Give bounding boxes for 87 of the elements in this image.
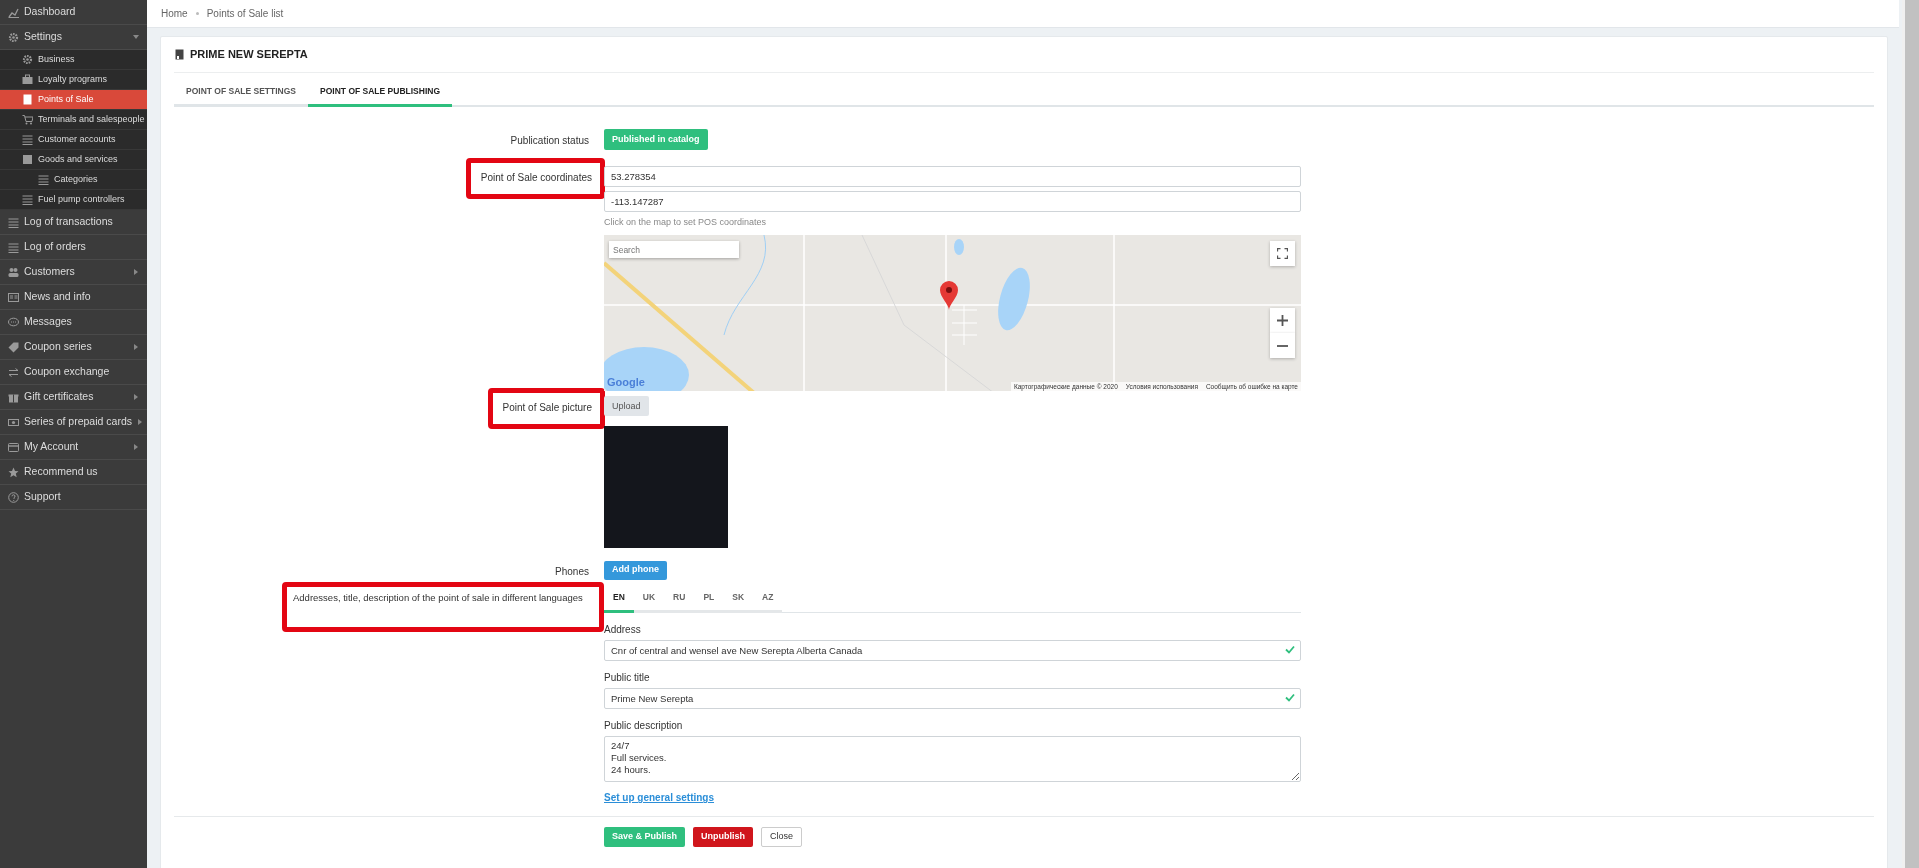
- scrollbar[interactable]: [1902, 0, 1919, 868]
- sidebar-item[interactable]: Goods and services: [0, 150, 147, 170]
- sidebar-item[interactable]: Log of transactions: [0, 210, 147, 235]
- exchange-icon: [8, 366, 19, 378]
- latitude-field[interactable]: 53.278354: [604, 165, 1301, 187]
- box-icon: [22, 154, 33, 165]
- sidebar-item[interactable]: Points of Sale: [0, 90, 147, 110]
- store-icon: [22, 94, 33, 105]
- highlighted-label: Point of Sale coordinates: [465, 157, 605, 199]
- map-logo: Google: [607, 374, 645, 390]
- credit-card-icon: [8, 441, 19, 453]
- field-label: Phones: [555, 566, 589, 578]
- fullscreen-button[interactable]: [1270, 241, 1295, 267]
- upload-button[interactable]: Upload: [604, 396, 649, 417]
- caret-icon: [133, 269, 139, 275]
- language-tab[interactable]: AZ: [753, 585, 783, 614]
- tag-icon: [8, 341, 19, 353]
- sidebar-item[interactable]: Terminals and salespeople: [0, 110, 147, 130]
- sidebar-item[interactable]: Loyalty programs: [0, 70, 147, 90]
- language-tab[interactable]: RU: [664, 585, 695, 614]
- highlighted-label: Point of Sale picture: [487, 388, 605, 430]
- caret-icon: [133, 34, 139, 40]
- caret-icon: [133, 394, 139, 400]
- caret-icon: [137, 419, 143, 425]
- sidebar-item[interactable]: Support: [0, 485, 147, 510]
- sidebar-item[interactable]: Business: [0, 50, 147, 70]
- sidebar-item[interactable]: Messages: [0, 310, 147, 335]
- gear-icon: [8, 31, 19, 43]
- list-icon: [8, 241, 19, 253]
- list-icon: [8, 216, 19, 228]
- sidebar-item[interactable]: My Account: [0, 435, 147, 460]
- field-label: Publication status: [510, 134, 589, 146]
- sidebar-item[interactable]: Coupon series: [0, 335, 147, 360]
- cart-icon: [22, 114, 33, 125]
- breadcrumb-link[interactable]: Points of Sale list: [206, 6, 284, 21]
- minus-icon: [1277, 344, 1288, 347]
- unpublish-button[interactable]: Unpublish: [693, 826, 754, 847]
- help-text: Click on the map to set POS coordinates: [604, 215, 768, 229]
- separator-dot: [195, 12, 199, 15]
- building-icon: [174, 49, 185, 60]
- plus-icon: [1277, 315, 1288, 327]
- tab[interactable]: POINT OF SALE PUBLISHING: [308, 81, 452, 107]
- sidebar-item[interactable]: Customer accounts: [0, 130, 147, 150]
- sidebar-item[interactable]: News and info: [0, 285, 147, 310]
- caret-icon: [133, 344, 139, 350]
- language-tab[interactable]: PL: [694, 585, 724, 614]
- sidebar-item[interactable]: Customers: [0, 260, 147, 285]
- field-label: Public title: [604, 671, 651, 686]
- language-tab[interactable]: UK: [633, 585, 665, 614]
- breadcrumb-link[interactable]: Home: [161, 6, 188, 21]
- zoom-in-button[interactable]: [1270, 308, 1295, 334]
- settings-link[interactable]: Set up general settings: [604, 790, 715, 806]
- chart-icon: [8, 6, 19, 18]
- fullscreen-icon: [1277, 248, 1288, 260]
- sidebar-item[interactable]: Series of prepaid cards: [0, 410, 147, 435]
- list-icon: [22, 194, 33, 205]
- tab[interactable]: POINT OF SALE SETTINGS: [174, 81, 309, 107]
- help-icon: [8, 491, 19, 503]
- language-tab[interactable]: EN: [604, 585, 634, 614]
- description-field[interactable]: 24/7 Full services. 24 hours.: [604, 736, 1301, 783]
- list-icon: [22, 134, 33, 145]
- banknote-icon: [8, 416, 19, 428]
- star-icon: [8, 466, 19, 478]
- language-tab[interactable]: SK: [723, 585, 754, 614]
- field-label: Public description: [604, 719, 684, 734]
- sidebar-item[interactable]: Gift certificates: [0, 385, 147, 410]
- briefcase-icon: [22, 74, 33, 85]
- users-icon: [8, 266, 19, 278]
- close-button[interactable]: Close: [761, 826, 803, 847]
- text-field[interactable]: Cnr of central and wensel ave New Serepta Alberta Canada: [604, 640, 1301, 662]
- card-title: PRIME NEW SEREPTA: [190, 47, 308, 63]
- longitude-field[interactable]: -113.147287: [604, 190, 1301, 212]
- chat-icon: [8, 316, 19, 328]
- gear-icon: [22, 54, 33, 65]
- sidebar-item[interactable]: Recommend us: [0, 460, 147, 485]
- sidebar-item[interactable]: Coupon exchange: [0, 360, 147, 385]
- list-icon: [38, 174, 49, 185]
- newspaper-icon: [8, 291, 19, 303]
- text-field[interactable]: Prime New Serepta: [604, 688, 1301, 710]
- caret-icon: [133, 444, 139, 450]
- sidebar-item[interactable]: Fuel pump controllers: [0, 190, 147, 210]
- field-label: Address: [604, 623, 642, 638]
- zoom-out-button[interactable]: [1270, 333, 1295, 359]
- sidebar-item[interactable]: Categories: [0, 170, 147, 190]
- map-search-field[interactable]: Search: [609, 241, 739, 259]
- sidebar-item[interactable]: Log of orders: [0, 235, 147, 260]
- highlighted-label: Addresses, title, description of the point of sale in different languages: [282, 581, 604, 632]
